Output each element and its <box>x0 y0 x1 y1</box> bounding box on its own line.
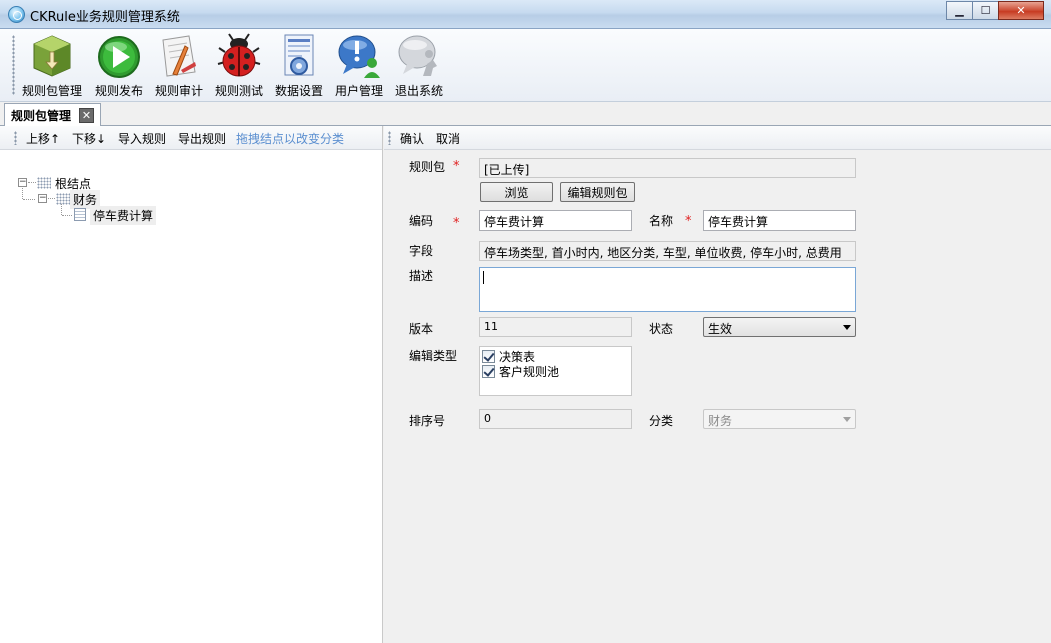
main-toolbar: 规则包管理 规则发布 规则审计 规则测试 数据设置 用户管理 退出系统 <box>0 29 1051 102</box>
detail-toolbar: 确认 取消 <box>384 126 1051 150</box>
window-controls: ▁ ☐ ✕ <box>946 1 1044 20</box>
tree-connector <box>28 182 36 183</box>
sort-label: 排序号 <box>409 414 446 428</box>
tree-connector <box>61 204 62 215</box>
browse-button[interactable]: 浏览 <box>480 182 553 202</box>
status-select[interactable]: 生效 <box>703 317 856 337</box>
version-field: 11 <box>479 317 632 337</box>
toolbar-label: 退出系统 <box>394 84 443 98</box>
chevron-down-icon <box>843 417 851 422</box>
tree-toolbar: 上移↑ 下移↓ 导入规则 导出规则 拖拽结点以改变分类 <box>0 126 382 150</box>
chevron-down-icon <box>843 325 851 330</box>
play-icon <box>95 32 143 80</box>
confirm-button[interactable]: 确认 <box>400 130 424 147</box>
detail-panel: 确认 取消 规则包 * [已上传] 浏览 编辑规则包 编码 * 停车费计算 名称… <box>384 126 1051 643</box>
cancel-button[interactable]: 取消 <box>436 130 460 147</box>
version-label: 版本 <box>409 322 434 336</box>
text-caret <box>483 271 484 284</box>
tab-close-icon[interactable]: ✕ <box>79 107 95 123</box>
tree-toolbar-grip[interactable] <box>14 131 17 145</box>
move-down-button[interactable]: 下移↓ <box>72 130 106 147</box>
document-tabstrip: 规则包管理 ✕ <box>0 102 1051 126</box>
move-up-button[interactable]: 上移↑ <box>26 130 60 147</box>
tree-node-leaf[interactable]: 停车费计算 <box>90 206 157 225</box>
name-input[interactable]: 停车费计算 <box>703 210 856 231</box>
toolbar-data-settings-button[interactable]: 数据设置 <box>271 29 327 101</box>
title-bar: CKRule业务规则管理系统 ▁ ☐ ✕ <box>0 0 1051 29</box>
toolbar-user-manage-button[interactable]: 用户管理 <box>331 29 387 101</box>
sort-field: 0 <box>479 409 632 429</box>
category-select: 财务 <box>703 409 856 429</box>
code-label: 编码 <box>409 214 434 228</box>
toolbar-label: 数据设置 <box>274 84 323 98</box>
category-value: 财务 <box>708 414 733 428</box>
package-field: [已上传] <box>479 158 856 178</box>
toolbar-label: 规则包管理 <box>21 84 82 98</box>
toolbar-label: 用户管理 <box>334 84 383 98</box>
edit-type-checklist: 决策表 客户规则池 <box>479 346 632 396</box>
toolbar-publish-button[interactable]: 规则发布 <box>91 29 147 101</box>
status-label: 状态 <box>649 322 674 336</box>
audit-icon <box>155 32 203 80</box>
required-mark: * <box>453 216 460 231</box>
toolbar-label: 规则发布 <box>94 84 143 98</box>
drag-hint-text: 拖拽结点以改变分类 <box>236 132 345 146</box>
category-label: 分类 <box>649 414 674 428</box>
code-input[interactable]: 停车费计算 <box>479 210 632 231</box>
fields-label: 字段 <box>409 244 434 258</box>
package-label: 规则包 <box>409 160 446 174</box>
tab-package-manage[interactable]: 规则包管理 ✕ <box>4 103 102 126</box>
edit-type-item[interactable]: 客户规则池 <box>482 363 559 380</box>
maximize-button[interactable]: ☐ <box>972 1 999 20</box>
detail-toolbar-grip[interactable] <box>388 131 391 145</box>
minimize-button[interactable]: ▁ <box>946 1 973 20</box>
toolbar-test-button[interactable]: 规则测试 <box>211 29 267 101</box>
edit-package-button[interactable]: 编辑规则包 <box>560 182 635 202</box>
checkbox-checked-icon[interactable] <box>482 365 495 378</box>
required-mark: * <box>685 214 692 229</box>
window-title: CKRule业务规则管理系统 <box>30 10 180 25</box>
fields-field: 停车场类型, 首小时内, 地区分类, 车型, 单位收费, 停车小时, 总费用 <box>479 241 856 261</box>
status-value: 生效 <box>708 322 733 336</box>
tree-panel: 上移↑ 下移↓ 导入规则 导出规则 拖拽结点以改变分类 − 根结点 − 财务 停… <box>0 126 383 643</box>
edit-type-item-label: 客户规则池 <box>499 365 560 379</box>
toolbar-audit-button[interactable]: 规则审计 <box>151 29 207 101</box>
exit-icon <box>395 32 443 80</box>
description-textarea[interactable] <box>479 267 856 312</box>
close-button[interactable]: ✕ <box>998 1 1044 20</box>
toolbar-exit-button[interactable]: 退出系统 <box>391 29 447 101</box>
package-icon <box>28 32 76 80</box>
tree-expander-category[interactable]: − <box>38 194 47 203</box>
tree-connector <box>23 199 35 200</box>
name-label: 名称 <box>649 214 674 228</box>
tree-connector <box>62 215 72 216</box>
description-label: 描述 <box>409 269 434 283</box>
user-icon <box>335 32 383 80</box>
toolbar-label: 规则测试 <box>214 84 263 98</box>
toolbar-package-manage-button[interactable]: 规则包管理 <box>20 29 84 101</box>
bug-icon <box>215 32 263 80</box>
required-mark: * <box>453 159 460 174</box>
tree-connector <box>22 188 23 199</box>
checkbox-checked-icon[interactable] <box>482 350 495 363</box>
toolbar-label: 规则审计 <box>154 84 203 98</box>
tab-label: 规则包管理 <box>11 108 72 123</box>
toolbar-grip[interactable] <box>12 35 15 95</box>
export-rule-button[interactable]: 导出规则 <box>178 130 226 147</box>
app-icon <box>8 6 25 23</box>
tree-expander-root[interactable]: − <box>18 178 27 187</box>
data-settings-icon <box>275 32 323 80</box>
edit-type-label: 编辑类型 <box>409 349 458 363</box>
import-rule-button[interactable]: 导入规则 <box>118 130 166 147</box>
rule-document-icon <box>74 208 86 221</box>
folder-icon <box>56 193 70 205</box>
tree-connector <box>48 198 55 199</box>
folder-icon <box>37 177 51 189</box>
